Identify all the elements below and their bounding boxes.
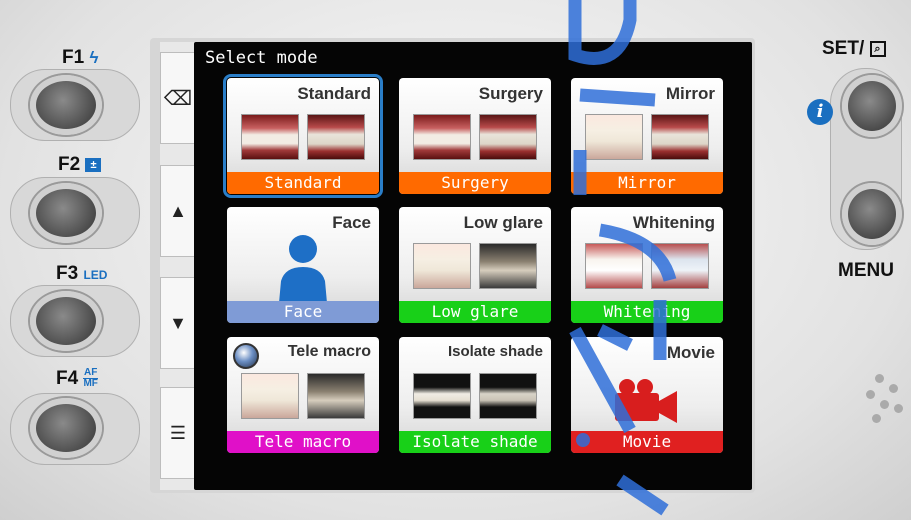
tile-heading: Standard bbox=[297, 84, 371, 103]
mode-tile-low-glare[interactable]: Low glare Low glare bbox=[399, 207, 551, 323]
arrow-down-icon: ▼ bbox=[169, 312, 187, 333]
f2-text: F2 bbox=[58, 154, 81, 175]
dental-photo-thumbnail bbox=[585, 114, 643, 160]
f1-button[interactable] bbox=[30, 75, 102, 135]
f4-text: F4 bbox=[56, 368, 79, 389]
video-camera-icon bbox=[615, 379, 677, 423]
dental-photo-thumbnail bbox=[479, 114, 537, 160]
speaker-hole bbox=[872, 414, 881, 423]
tile-heading: Face bbox=[332, 213, 371, 232]
mode-tile-standard[interactable]: Standard Standard bbox=[223, 74, 383, 198]
mode-tile-surgery[interactable]: Surgery Surgery bbox=[399, 78, 551, 194]
mode-tile-mirror[interactable]: Mirror Mirror bbox=[571, 78, 723, 194]
screen-title: Select mode bbox=[205, 48, 318, 68]
arrow-up-icon: ▲ bbox=[169, 200, 187, 221]
f3-text: F3 bbox=[56, 263, 79, 284]
dental-photo-thumbnail bbox=[413, 373, 471, 419]
mf-text: MF bbox=[83, 378, 98, 390]
set-text: SET/ bbox=[822, 38, 865, 59]
set-button[interactable] bbox=[842, 75, 902, 137]
tile-label: Mirror bbox=[571, 172, 723, 194]
speaker-hole bbox=[889, 384, 898, 393]
dental-photo-thumbnail bbox=[479, 373, 537, 419]
f2-button[interactable] bbox=[30, 183, 102, 243]
f3-button[interactable] bbox=[30, 291, 102, 351]
f1-text: F1 bbox=[62, 47, 85, 68]
person-silhouette-icon bbox=[279, 235, 327, 303]
up-button[interactable]: ▲ bbox=[160, 165, 196, 257]
dental-photo-thumbnail bbox=[307, 373, 365, 419]
dental-photo-thumbnail bbox=[413, 243, 471, 289]
led-label: LED bbox=[83, 268, 108, 282]
mode-tile-whitening[interactable]: Whitening Whitening bbox=[571, 207, 723, 323]
set-label: SET/ ⌕ bbox=[822, 38, 886, 60]
dental-photo-thumbnail bbox=[479, 243, 537, 289]
mode-tile-face[interactable]: Face Face bbox=[227, 207, 379, 323]
speaker-hole bbox=[894, 404, 903, 413]
speaker-hole bbox=[880, 400, 889, 409]
menu-button[interactable] bbox=[842, 183, 902, 245]
tile-heading: Mirror bbox=[665, 84, 715, 103]
back-button[interactable]: ⌫ bbox=[160, 52, 196, 144]
tile-heading: Tele macro bbox=[287, 343, 371, 360]
backspace-icon: ⌫ bbox=[163, 87, 193, 110]
down-button[interactable]: ▼ bbox=[160, 277, 196, 369]
tile-label: Whitening bbox=[571, 301, 723, 323]
f1-label: F1 ϟ bbox=[62, 47, 98, 69]
tile-label: Low glare bbox=[399, 301, 551, 323]
flash-icon: ϟ bbox=[89, 48, 99, 67]
speaker-hole bbox=[866, 390, 875, 399]
zoom-magnifier-icon: ⌕ bbox=[869, 40, 886, 57]
tile-heading: Movie bbox=[666, 343, 715, 362]
mode-tile-isolate-shade[interactable]: Isolate shade Isolate shade bbox=[399, 337, 551, 453]
mode-tile-tele-macro[interactable]: Tele macro Tele macro bbox=[227, 337, 379, 453]
dental-photo-thumbnail bbox=[585, 243, 643, 289]
dental-photo-thumbnail bbox=[307, 114, 365, 160]
f2-label: F2 ± bbox=[58, 154, 102, 176]
exposure-comp-icon: ± bbox=[85, 157, 102, 172]
tile-label: Tele macro bbox=[227, 431, 379, 453]
dental-photo-thumbnail bbox=[241, 373, 299, 419]
dental-photo-thumbnail bbox=[413, 114, 471, 160]
dental-photo-thumbnail bbox=[651, 243, 709, 289]
tile-label: Surgery bbox=[399, 172, 551, 194]
tile-heading: Low glare bbox=[463, 213, 543, 232]
tile-label: Movie bbox=[571, 431, 723, 453]
mode-tile-movie[interactable]: Movie Movie bbox=[571, 337, 723, 453]
tile-heading: Surgery bbox=[478, 84, 543, 103]
dental-photo-thumbnail bbox=[651, 114, 709, 160]
dental-photo-thumbnail bbox=[241, 114, 299, 160]
info-icon: i bbox=[807, 99, 833, 125]
lens-icon bbox=[233, 343, 259, 369]
tile-heading: Whitening bbox=[632, 213, 715, 232]
list-icon: ☰ bbox=[169, 422, 187, 443]
list-view-button[interactable]: ☰ bbox=[160, 387, 196, 479]
tile-label: Isolate shade bbox=[399, 431, 551, 453]
tile-label: Face bbox=[227, 301, 379, 323]
speaker-hole bbox=[875, 374, 884, 383]
af-mf-icon: AF MF bbox=[83, 368, 98, 390]
tile-heading: Isolate shade bbox=[447, 343, 543, 360]
f4-label: F4 AF MF bbox=[56, 368, 98, 390]
menu-label: MENU bbox=[838, 260, 894, 281]
f4-button[interactable] bbox=[30, 398, 102, 458]
tile-label: Standard bbox=[227, 172, 379, 194]
f3-label: F3 LED bbox=[56, 263, 107, 285]
